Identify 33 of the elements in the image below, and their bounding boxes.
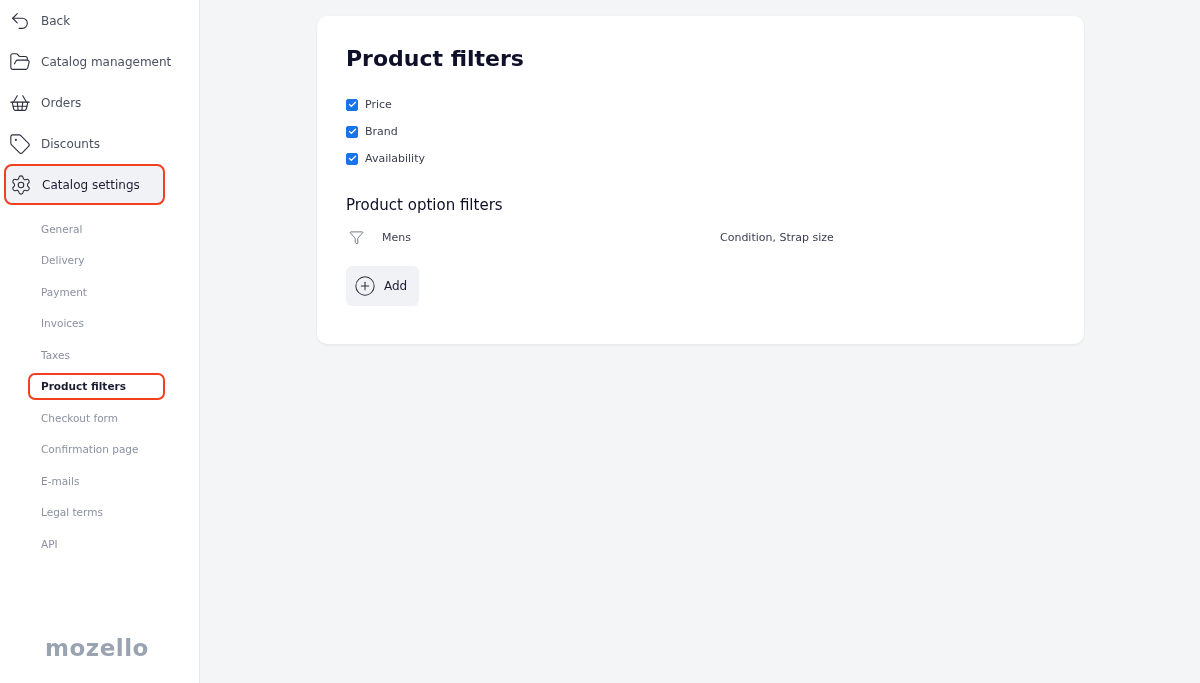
folder-icon — [9, 50, 31, 73]
checkbox[interactable] — [346, 98, 358, 111]
tag-icon — [9, 132, 31, 155]
checkbox-label: Brand — [365, 125, 398, 138]
nav-item[interactable]: Discounts — [0, 123, 199, 164]
section-title: Product option filters — [346, 196, 504, 214]
subnav-item[interactable]: Taxes — [28, 341, 165, 368]
checkbox-label: Availability — [365, 152, 425, 165]
checkbox-label: Price — [365, 98, 392, 111]
checkbox[interactable] — [346, 125, 358, 138]
filter-icon — [349, 229, 364, 245]
subnav-item[interactable]: API — [28, 530, 165, 557]
settings-icon — [10, 173, 32, 196]
subnav-item[interactable]: Checkout form — [28, 404, 165, 431]
plus-circle-icon — [354, 275, 376, 297]
filter-options: Condition, Strap size — [720, 230, 1056, 244]
subnav-item[interactable]: Invoices — [28, 309, 165, 337]
subnav-item[interactable]: E-mails — [28, 467, 165, 494]
subnav-item[interactable]: Product filters — [28, 372, 165, 400]
add-button[interactable]: Add — [346, 266, 420, 306]
subnav-item[interactable]: Delivery — [28, 246, 165, 274]
nav-item[interactable]: Back — [0, 0, 199, 41]
nav-item[interactable]: Catalog settings — [4, 164, 165, 205]
nav-item[interactable]: Orders — [0, 82, 199, 123]
subnav-item[interactable]: Payment — [28, 278, 165, 305]
subnav-item[interactable]: Confirmation page — [28, 435, 165, 463]
logo: mozello — [44, 635, 150, 663]
page-title: Product filters — [346, 46, 525, 71]
subnav-item[interactable]: General — [28, 215, 165, 242]
nav-item[interactable]: Catalog management — [0, 41, 199, 82]
subnav-item[interactable]: Legal terms — [28, 498, 165, 526]
checkbox[interactable] — [346, 152, 358, 165]
filter-name[interactable]: Mens — [382, 230, 720, 244]
